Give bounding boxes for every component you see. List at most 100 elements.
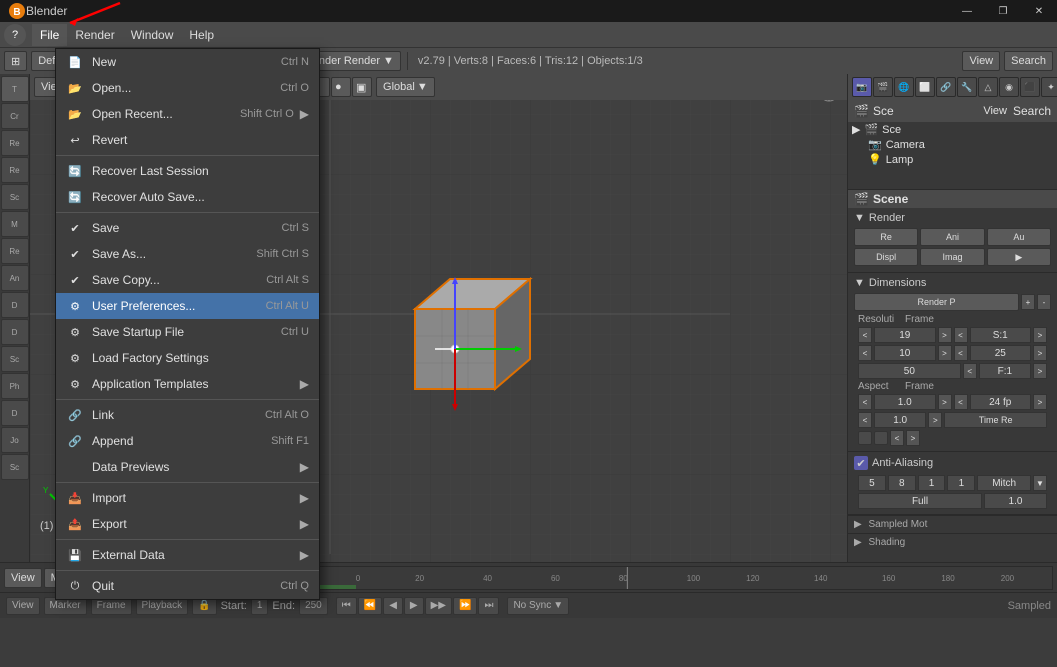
time-re-val[interactable]: Time Re: [944, 412, 1047, 428]
outliner-camera-item[interactable]: 📷 Camera: [848, 137, 1057, 152]
close-button[interactable]: ✕: [1021, 0, 1057, 22]
asp-y-inc[interactable]: >: [928, 412, 942, 428]
image-btn[interactable]: Imag: [920, 248, 984, 266]
checkbox1[interactable]: [858, 431, 872, 445]
aa-val4[interactable]: 1: [947, 475, 975, 491]
frame-step-val[interactable]: F:1: [979, 363, 1031, 379]
frame-s-val[interactable]: S:1: [970, 327, 1032, 343]
menu-item-recover_last[interactable]: 🔄Recover Last Session: [56, 158, 319, 184]
image2-btn[interactable]: ▶: [987, 248, 1051, 266]
cb-inc[interactable]: >: [906, 430, 920, 446]
res-x-inc[interactable]: >: [938, 327, 952, 343]
res-x-dec[interactable]: <: [858, 327, 872, 343]
res-y-val[interactable]: 10: [874, 345, 936, 361]
fps-val[interactable]: 24 fp: [970, 394, 1032, 410]
go-end-btn[interactable]: ⏭: [478, 597, 499, 615]
sidebar-jo-btn[interactable]: Jo: [1, 427, 29, 453]
menu-item-append[interactable]: 🔗AppendShift F1: [56, 428, 319, 454]
asp-y-val[interactable]: 1.0: [874, 412, 926, 428]
menu-item-user_prefs[interactable]: ⚙User Preferences...Ctrl Alt U: [56, 293, 319, 319]
fps-dec[interactable]: <: [954, 394, 968, 410]
res-x-val[interactable]: 19: [874, 327, 936, 343]
menu-item-revert[interactable]: ↩Revert: [56, 127, 319, 153]
prop-object-icon-btn[interactable]: ⬜: [915, 77, 935, 97]
prop-constraints-icon-btn[interactable]: 🔗: [936, 77, 956, 97]
prop-world-icon-btn[interactable]: 🌐: [894, 77, 914, 97]
asp-x-inc[interactable]: >: [938, 394, 952, 410]
menu-item-import[interactable]: 📥Import▶: [56, 485, 319, 511]
outliner-scene-item[interactable]: ▶ 🎬 Sce: [848, 122, 1057, 137]
menu-item-save_startup[interactable]: ⚙Save Startup FileCtrl U: [56, 319, 319, 345]
restore-button[interactable]: ❐: [985, 0, 1021, 22]
sidebar-re3-btn[interactable]: Re: [1, 238, 29, 264]
sidebar-anim-btn[interactable]: An: [1, 265, 29, 291]
frame-step-inc[interactable]: >: [1033, 363, 1047, 379]
shading-section-header[interactable]: ▶ Shading: [848, 533, 1057, 551]
aa-checkbox[interactable]: ✔: [854, 456, 868, 470]
menu-item-external_data[interactable]: 💾External Data▶: [56, 542, 319, 568]
render-preset-add-btn[interactable]: +: [1021, 294, 1035, 310]
next-frame-btn[interactable]: ▶▶: [425, 597, 452, 615]
full-val[interactable]: Full: [858, 493, 982, 509]
menu-item-app_templates[interactable]: ⚙Application Templates▶: [56, 371, 319, 397]
displace-btn[interactable]: Displ: [854, 248, 918, 266]
aa-val3[interactable]: 1: [918, 475, 946, 491]
menu-item-save_as[interactable]: ✔Save As...Shift Ctrl S: [56, 241, 319, 267]
sync-dropdown[interactable]: No Sync ▼: [507, 597, 569, 615]
texture-button[interactable]: ▣: [352, 77, 372, 97]
menu-item-help[interactable]: Help: [181, 24, 222, 46]
asp-y-dec[interactable]: <: [858, 412, 872, 428]
scene-section-header[interactable]: 🎬 Scene: [848, 190, 1057, 208]
search-button[interactable]: Search: [1004, 51, 1053, 71]
frame-e-dec[interactable]: <: [954, 345, 968, 361]
prop-scene-icon-btn[interactable]: 🎬: [873, 77, 893, 97]
view-outliner-btn[interactable]: View: [983, 105, 1007, 117]
timeline-ruler[interactable]: -40 -20 0 20 40 60 80 100 120 140 160 18…: [202, 566, 1053, 590]
layout-icon-button[interactable]: ⊞: [4, 51, 27, 71]
outliner-lamp-item[interactable]: 💡 Lamp: [848, 152, 1057, 167]
play-btn[interactable]: ▶: [404, 597, 424, 615]
sidebar-m-btn[interactable]: M: [1, 211, 29, 237]
menu-item-file[interactable]: File: [32, 24, 67, 46]
render-btn[interactable]: Re: [854, 228, 918, 246]
aa-mitch[interactable]: Mitch: [977, 475, 1031, 491]
sidebar-sc2-btn[interactable]: Sc: [1, 346, 29, 372]
bottom-view-btn[interactable]: View: [6, 597, 40, 615]
menu-item-save[interactable]: ✔SaveCtrl S: [56, 215, 319, 241]
render-section-header[interactable]: ▼ Render: [854, 212, 1051, 224]
frame-s-inc[interactable]: >: [1033, 327, 1047, 343]
prop-texture-icon-btn[interactable]: ⬛: [1020, 77, 1040, 97]
render-preset-btn[interactable]: Render P: [854, 293, 1019, 311]
menu-item-open[interactable]: 📂Open...Ctrl O: [56, 75, 319, 101]
sampled-section-header[interactable]: ▶ Sampled Mot: [848, 515, 1057, 533]
frame-e-inc[interactable]: >: [1033, 345, 1047, 361]
frame-step-dec[interactable]: <: [963, 363, 977, 379]
menu-item-window[interactable]: Window: [123, 24, 182, 46]
menu-item-link[interactable]: 🔗LinkCtrl Alt O: [56, 402, 319, 428]
sidebar-create-btn[interactable]: Cr: [1, 103, 29, 129]
asp-x-dec[interactable]: <: [858, 394, 872, 410]
prop-data-icon-btn[interactable]: △: [978, 77, 998, 97]
frame-s-dec[interactable]: <: [954, 327, 968, 343]
menu-item-recover_auto[interactable]: 🔄Recover Auto Save...: [56, 184, 319, 210]
prop-modifiers-icon-btn[interactable]: 🔧: [957, 77, 977, 97]
prop-material-icon-btn[interactable]: ◉: [999, 77, 1019, 97]
next-keyframe-btn[interactable]: ⏩: [453, 597, 477, 615]
mitch-expand[interactable]: ▼: [1033, 475, 1047, 491]
menu-item-render[interactable]: Render: [67, 24, 122, 46]
scale-val[interactable]: 50: [858, 363, 961, 379]
menu-item-open_recent[interactable]: 📂Open Recent...Shift Ctrl O▶: [56, 101, 319, 127]
prev-frame-btn[interactable]: ◀: [383, 597, 403, 615]
go-start-btn[interactable]: ⏮: [336, 597, 357, 615]
prev-keyframe-btn[interactable]: ⏪: [358, 597, 382, 615]
transform-orient-btn[interactable]: Global ▼: [376, 77, 435, 97]
checkbox2[interactable]: [874, 431, 888, 445]
render-preset-remove-btn[interactable]: -: [1037, 294, 1051, 310]
sidebar-d3-btn[interactable]: D: [1, 400, 29, 426]
menu-item-quit[interactable]: ⏻QuitCtrl Q: [56, 573, 319, 599]
res-y-dec[interactable]: <: [858, 345, 872, 361]
aa-section-header[interactable]: ✔ Anti-Aliasing: [854, 456, 1051, 470]
sidebar-scene-btn[interactable]: Sc: [1, 184, 29, 210]
menu-item-export[interactable]: 📤Export▶: [56, 511, 319, 537]
frame-e-val[interactable]: 25: [970, 345, 1032, 361]
